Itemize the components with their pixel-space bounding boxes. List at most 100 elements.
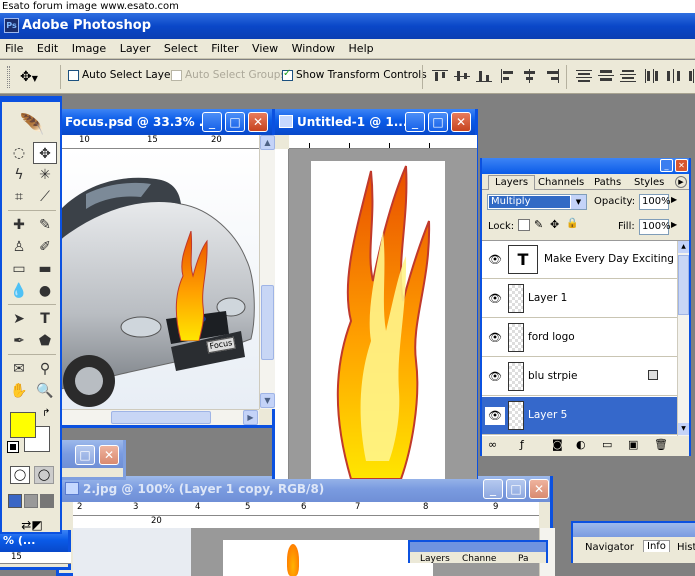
eraser-tool-icon[interactable]: ▭: [7, 258, 31, 280]
menu-select[interactable]: Select: [159, 39, 203, 59]
lock-position-icon[interactable]: ✥: [550, 218, 559, 231]
tab-info[interactable]: Info: [643, 540, 670, 552]
tab-layers[interactable]: Layers: [488, 175, 536, 190]
scroll-down-button[interactable]: ▼: [678, 423, 689, 435]
tab-navigator[interactable]: Navigator: [585, 542, 634, 553]
distribute-horizontal-centers-icon[interactable]: [666, 69, 682, 83]
new-layer-icon[interactable]: ▣: [628, 438, 638, 451]
shape-tool-icon[interactable]: ⬟: [33, 330, 57, 352]
tab-history[interactable]: Hist: [677, 542, 695, 553]
screen-mode-standard-button[interactable]: [8, 494, 22, 508]
move-tool-icon[interactable]: ✥: [33, 142, 57, 164]
layers-scrollbar[interactable]: ▲ ▼: [677, 241, 689, 437]
fill-input[interactable]: 100%: [639, 219, 671, 235]
eye-icon[interactable]: 👁: [485, 407, 505, 425]
layer-mask-icon[interactable]: ◙: [552, 438, 563, 451]
maximize-button[interactable]: □: [428, 112, 448, 132]
vertical-scrollbar[interactable]: ▲ ▼: [259, 135, 275, 409]
menu-file[interactable]: File: [0, 39, 28, 59]
close-button[interactable]: ✕: [675, 159, 688, 172]
scroll-right-button[interactable]: ▶: [243, 410, 258, 425]
close-button[interactable]: ✕: [529, 479, 549, 499]
blur-tool-icon[interactable]: 💧: [7, 280, 31, 302]
tab-paths[interactable]: Paths: [594, 176, 621, 190]
align-top-edges-icon[interactable]: [432, 69, 448, 83]
slice-tool-icon[interactable]: ⟋: [33, 186, 57, 208]
layer-row[interactable]: 👁 Layer 1: [482, 280, 677, 318]
menu-edit[interactable]: Edit: [32, 39, 63, 59]
fill-slider-arrow-icon[interactable]: ▶: [671, 220, 677, 229]
delete-layer-icon[interactable]: 🗑: [654, 438, 668, 451]
quick-mask-mode-button[interactable]: ◯: [34, 466, 54, 484]
panel-title-bar[interactable]: [573, 523, 695, 537]
dodge-tool-icon[interactable]: ●: [33, 280, 57, 302]
brush-tool-icon[interactable]: ✎: [33, 214, 57, 236]
layer-row[interactable]: 👁 T Make Every Day Exciting: [482, 241, 677, 279]
distribute-right-edges-icon[interactable]: [688, 69, 695, 83]
link-layers-icon[interactable]: ∞: [488, 438, 497, 451]
distribute-vertical-centers-icon[interactable]: [598, 69, 614, 83]
lock-transparent-icon[interactable]: [518, 219, 530, 231]
panel-title-bar[interactable]: _ ✕: [482, 158, 689, 174]
scroll-down-button[interactable]: ▼: [260, 393, 275, 408]
move-tool-preset-picker[interactable]: ✥▼: [20, 68, 54, 86]
blend-mode-select[interactable]: Multiply ▼: [487, 194, 587, 210]
eye-icon[interactable]: 👁: [485, 290, 505, 308]
eye-icon[interactable]: 👁: [485, 251, 505, 269]
layer-style-icon[interactable]: ƒ: [520, 438, 524, 451]
maximize-button[interactable]: □: [225, 112, 245, 132]
screen-mode-full-button[interactable]: [40, 494, 54, 508]
close-button[interactable]: ✕: [248, 112, 268, 132]
gradient-tool-icon[interactable]: ▬: [33, 258, 57, 280]
app-title-bar[interactable]: Ps Adobe Photoshop: [0, 13, 695, 39]
minimize-button[interactable]: _: [483, 479, 503, 499]
panel-menu-icon[interactable]: ▶: [675, 176, 687, 188]
menu-window[interactable]: Window: [287, 39, 340, 59]
layer-row[interactable]: 👁 blu strpie: [482, 358, 677, 396]
jump-to-imageready-button[interactable]: ⇄◩: [10, 516, 54, 534]
tab-channels[interactable]: Channels: [538, 176, 584, 190]
close-button[interactable]: ✕: [99, 445, 119, 465]
window-title-bar[interactable]: 2.jpg @ 100% (Layer 1 copy, RGB/8): [59, 476, 550, 502]
align-left-edges-icon[interactable]: [500, 69, 516, 83]
align-vertical-centers-icon[interactable]: [454, 69, 470, 83]
layer-row-selected[interactable]: 👁 Layer 5: [482, 397, 677, 435]
marquee-tool-icon[interactable]: ◌: [7, 142, 31, 164]
clone-stamp-tool-icon[interactable]: ♙: [7, 236, 31, 258]
close-button[interactable]: ✕: [451, 112, 471, 132]
align-bottom-edges-icon[interactable]: [476, 69, 492, 83]
scroll-up-button[interactable]: ▲: [260, 135, 275, 150]
pen-tool-icon[interactable]: ✒: [7, 330, 31, 352]
minimize-button[interactable]: _: [202, 112, 222, 132]
magic-wand-tool-icon[interactable]: ✳: [33, 164, 57, 186]
document-window-focus[interactable]: Focus.psd @ 33.3% ... _ □ ✕ 10 15 20 Foc…: [58, 109, 275, 428]
distribute-left-edges-icon[interactable]: [644, 69, 660, 83]
history-brush-tool-icon[interactable]: ✐: [33, 236, 57, 258]
zoom-tool-icon[interactable]: 🔍: [33, 380, 57, 402]
opacity-input[interactable]: 100%: [639, 194, 671, 210]
new-group-icon[interactable]: ▭: [602, 438, 612, 451]
options-bar-grip[interactable]: [7, 66, 10, 88]
minimize-button[interactable]: _: [405, 112, 425, 132]
screen-mode-menubar-button[interactable]: [24, 494, 38, 508]
menu-layer[interactable]: Layer: [115, 39, 156, 59]
layer-row[interactable]: 👁 ford logo: [482, 319, 677, 357]
lock-image-icon[interactable]: ✎: [534, 218, 543, 231]
default-colors-icon[interactable]: [7, 441, 19, 453]
scroll-thumb[interactable]: [111, 411, 211, 424]
crop-tool-icon[interactable]: ⌗: [7, 186, 31, 208]
path-selection-tool-icon[interactable]: ➤: [7, 308, 31, 330]
maximize-button[interactable]: □: [75, 445, 95, 465]
hand-tool-icon[interactable]: ✋: [7, 380, 31, 402]
scroll-up-button[interactable]: ▲: [678, 241, 689, 253]
minimize-button[interactable]: _: [660, 159, 673, 172]
notes-tool-icon[interactable]: ✉: [7, 358, 31, 380]
canvas-area[interactable]: [289, 149, 477, 479]
lasso-tool-icon[interactable]: ϟ: [7, 164, 31, 186]
healing-brush-tool-icon[interactable]: ✚: [7, 214, 31, 236]
type-tool-icon[interactable]: T: [33, 308, 57, 330]
menu-help[interactable]: Help: [344, 39, 379, 59]
distribute-top-edges-icon[interactable]: [576, 69, 592, 83]
document-window-untitled[interactable]: Untitled-1 @ 1... _ □ ✕: [272, 109, 478, 479]
auto-select-layer-checkbox[interactable]: [68, 70, 79, 81]
